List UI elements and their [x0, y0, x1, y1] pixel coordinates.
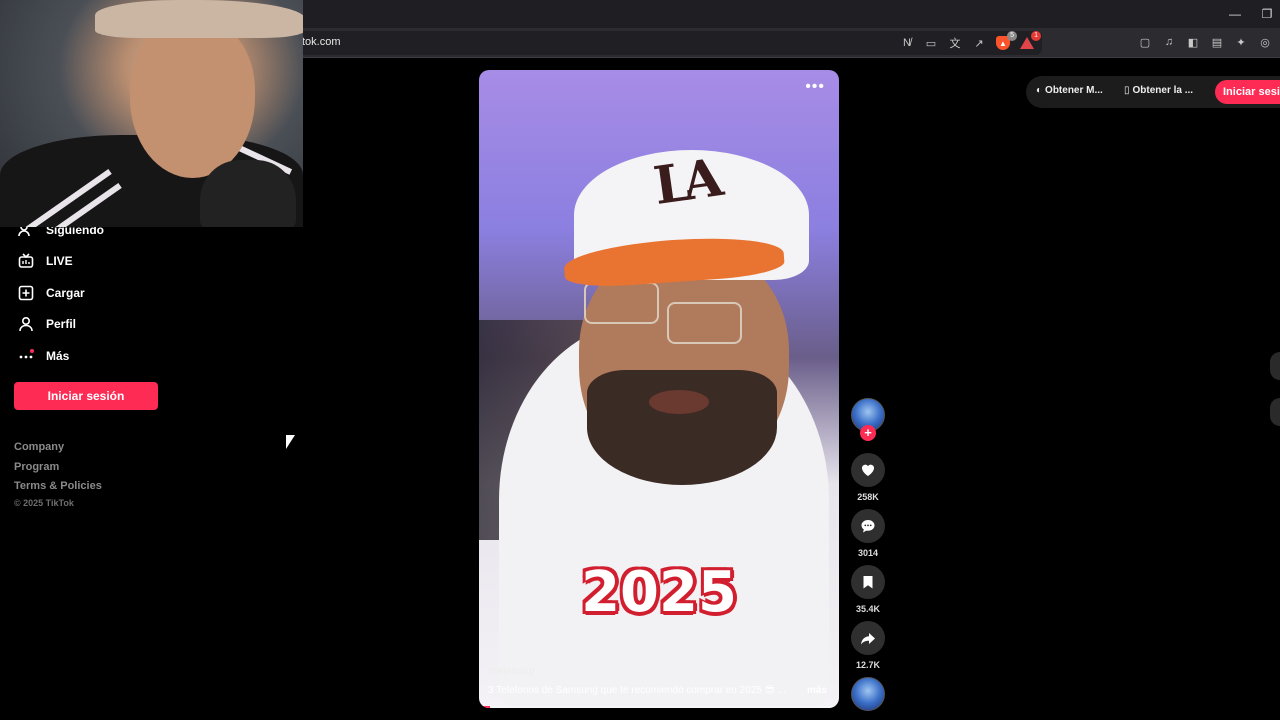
like-count: 258K [857, 492, 879, 502]
video-overlay-text: 2025 [581, 560, 737, 625]
get-app-button[interactable]: ◐ Obtener M... [1036, 85, 1103, 96]
save-button[interactable] [851, 565, 885, 599]
get-mobile-app-button[interactable]: ▯ Obtener la ... [1124, 85, 1193, 96]
more-icon [18, 348, 34, 364]
sidebar-item-more[interactable]: Más [18, 346, 69, 366]
video-progress-bar[interactable] [479, 706, 839, 708]
comment-icon [861, 520, 875, 533]
heart-icon [862, 464, 874, 476]
music-icon[interactable]: ♫ [1162, 35, 1176, 49]
footer-link-terms[interactable]: Terms & Policies [14, 480, 102, 492]
mouse-cursor [286, 435, 295, 449]
profile-icon [18, 316, 34, 332]
webcam-microphone [200, 160, 296, 227]
share-button[interactable] [851, 621, 885, 655]
video-glasses [667, 302, 742, 344]
live-icon [18, 253, 34, 269]
webcam-cap [95, 0, 303, 38]
video-username[interactable]: thejesusp [488, 666, 535, 677]
cap-logo: LA [650, 148, 719, 217]
brave-badge: 5 [1007, 31, 1017, 41]
follow-plus-icon[interactable]: + [860, 425, 876, 441]
sidebar-item-label: Más [46, 349, 70, 363]
get-mobile-app-label: Obtener la ... [1132, 85, 1194, 96]
copyright: © 2025 TikTok [14, 498, 74, 508]
like-button[interactable] [851, 453, 885, 487]
sidebar-item-upload[interactable]: Cargar [18, 283, 85, 303]
video-caption: 3 Telefonos de Samsung que te recomiendo… [488, 685, 787, 696]
video-mouth [649, 390, 709, 414]
minimize-icon[interactable]: — [1227, 6, 1243, 22]
video-player[interactable]: LA 2025 ••• thejesusp 3 Telefonos de Sam… [479, 70, 839, 708]
caption-more-link[interactable]: más [807, 685, 827, 696]
top-login-button[interactable]: Iniciar sesión [1215, 80, 1280, 104]
sidebar-item-label: Perfil [46, 317, 77, 331]
screenshot-icon[interactable]: ▢ [1138, 35, 1152, 49]
get-app-label: Obtener M... [1045, 85, 1103, 96]
brave-rewards-icon[interactable]: 1 [1020, 31, 1041, 50]
save-count: 35.4K [855, 604, 881, 614]
video-beard [587, 370, 777, 485]
comment-button[interactable] [851, 509, 885, 543]
share-arrow-icon [861, 633, 875, 645]
webcam-face [130, 18, 255, 178]
login-button[interactable]: Iniciar sesión [14, 382, 158, 410]
brave-shields-icon[interactable]: ▲ 5 [996, 31, 1017, 50]
sound-disc-avatar[interactable] [851, 677, 885, 711]
footer-link-company[interactable]: Company [14, 441, 64, 453]
comment-count: 3014 [857, 548, 879, 558]
scroll-down-button[interactable] [1270, 398, 1280, 426]
leo-ai-icon[interactable]: ✦ [1234, 35, 1248, 49]
share-count: 12.7K [855, 660, 881, 670]
no-translate-icon[interactable]: N̸ [900, 36, 914, 50]
sidebar-item-label: LIVE [46, 254, 73, 268]
address-bar[interactable]: tok.com N̸ ▭ 文 ↗ ▲ 5 1 [290, 31, 1042, 55]
footer-link-program[interactable]: Program [14, 461, 59, 473]
translate-icon[interactable]: 文 [948, 36, 962, 50]
sidebar-item-live[interactable]: LIVE [18, 251, 73, 271]
vpn-icon[interactable]: ◎ [1258, 35, 1272, 49]
cast-icon[interactable]: ▭ [924, 36, 938, 50]
upload-icon [18, 285, 34, 301]
video-glasses [584, 282, 659, 324]
restore-icon[interactable]: ❐ [1259, 6, 1275, 22]
sidebar-icon[interactable]: ◧ [1186, 35, 1200, 49]
share-icon[interactable]: ↗ [972, 36, 986, 50]
phone-icon: ▯ [1124, 85, 1130, 96]
bookmark-icon [863, 576, 873, 589]
wallet-icon[interactable]: ▤ [1210, 35, 1224, 49]
sidebar-item-label: Cargar [46, 286, 85, 300]
rewards-badge: 1 [1031, 31, 1041, 41]
app-icon: ◐ [1036, 85, 1043, 96]
top-actions-bar: ◐ Obtener M... ▯ Obtener la ... Iniciar … [1026, 76, 1280, 108]
url-text: tok.com [302, 36, 341, 48]
sidebar-item-profile[interactable]: Perfil [18, 314, 76, 334]
video-progress-fill [479, 706, 490, 708]
scroll-up-button[interactable] [1270, 352, 1280, 380]
webcam-overlay [0, 0, 303, 227]
video-more-options-icon[interactable]: ••• [805, 78, 825, 96]
